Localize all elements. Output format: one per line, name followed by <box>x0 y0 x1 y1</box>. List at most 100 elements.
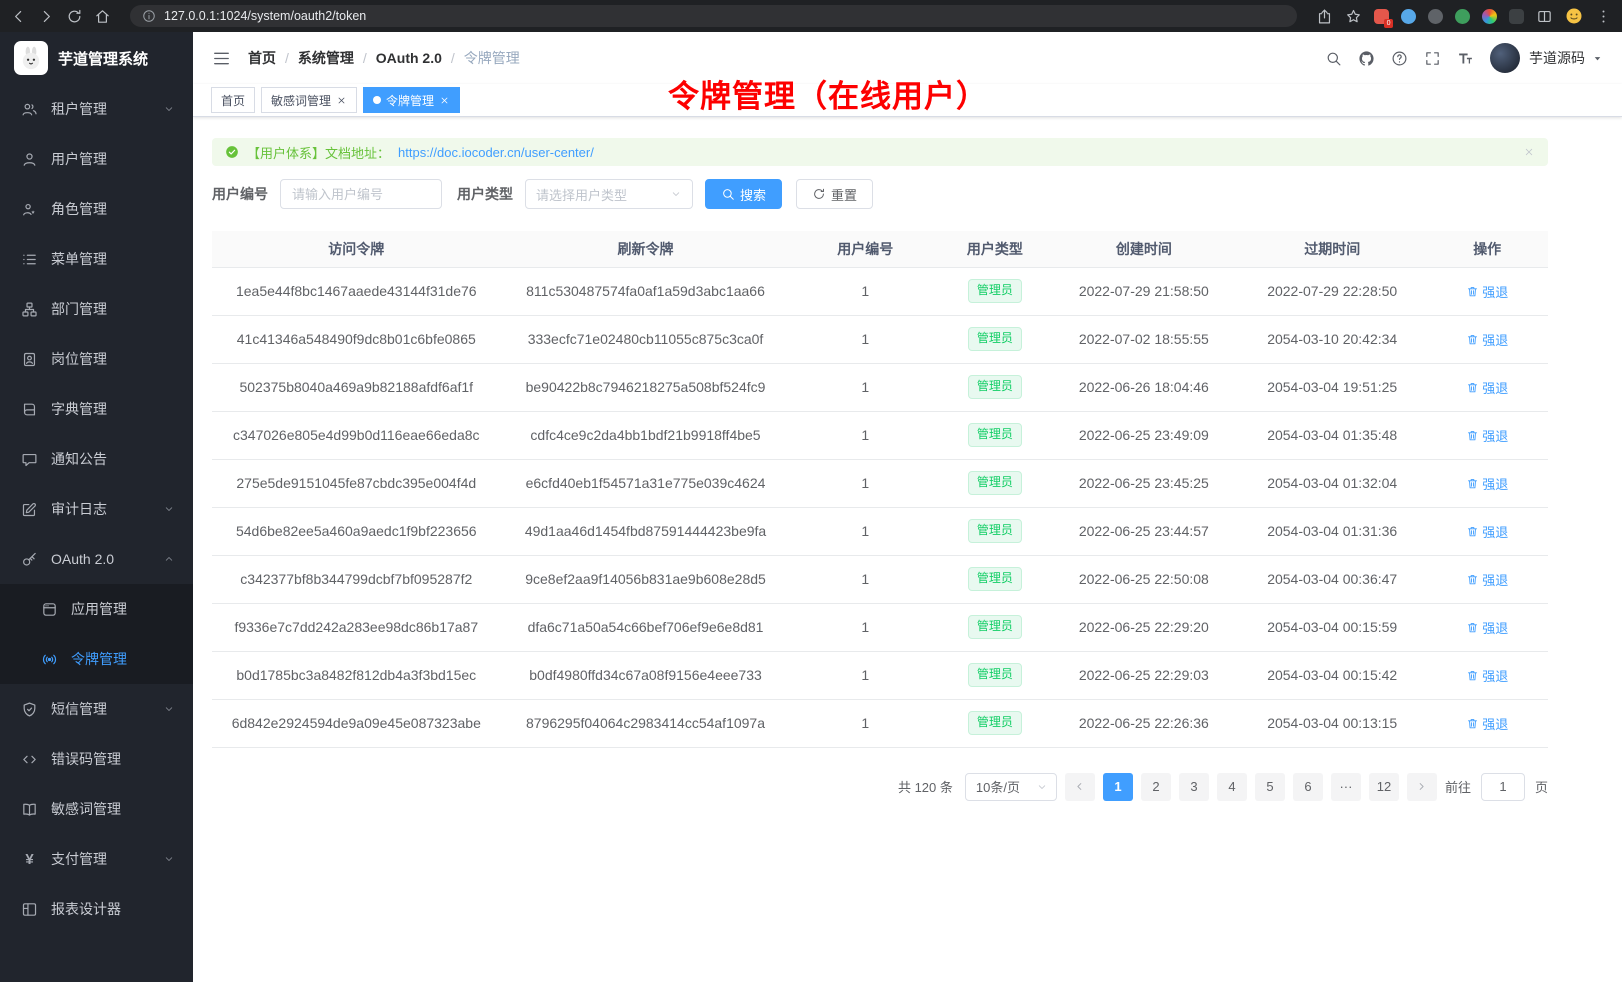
font-size-icon[interactable] <box>1457 50 1474 67</box>
browser-reload-icon[interactable] <box>66 8 83 25</box>
force-logout-button[interactable]: 强退 <box>1466 666 1508 685</box>
force-logout-button[interactable]: 强退 <box>1466 378 1508 397</box>
force-logout-button[interactable]: 强退 <box>1466 522 1508 541</box>
previous-page-button[interactable] <box>1065 773 1095 801</box>
main-panel: 首页/系统管理/OAuth 2.0/令牌管理 芋道源码 首页敏感词管理令牌管理 … <box>193 32 1622 982</box>
github-icon[interactable] <box>1358 50 1375 67</box>
sidebar-item-menu[interactable]: 菜单管理 <box>0 234 193 284</box>
expire-time-cell: 2054-03-04 00:13:15 <box>1238 699 1426 747</box>
page-button-6[interactable]: 6 <box>1293 773 1323 801</box>
select-caret-icon <box>670 188 682 200</box>
sidebar-item-role[interactable]: 角色管理 <box>0 184 193 234</box>
sidebar-item-error-code[interactable]: 错误码管理 <box>0 734 193 784</box>
hamburger-icon[interactable] <box>212 49 231 68</box>
force-logout-button[interactable]: 强退 <box>1466 714 1508 733</box>
page-button-3[interactable]: 3 <box>1179 773 1209 801</box>
create-time-cell: 2022-06-25 22:29:03 <box>1050 651 1238 699</box>
refresh-token-cell: 8796295f04064c2983414cc54af1097a <box>501 699 791 747</box>
breadcrumb-item[interactable]: 系统管理 <box>298 48 354 68</box>
extension-icon-1[interactable]: 0 <box>1374 9 1389 24</box>
sidebar-item-oauth2[interactable]: OAuth 2.0 <box>0 534 193 584</box>
force-logout-button[interactable]: 强退 <box>1466 474 1508 493</box>
sidebar-item-tenant[interactable]: 租户管理 <box>0 84 193 134</box>
sidebar-item-oauth2-app[interactable]: 应用管理 <box>0 584 193 634</box>
user-name[interactable]: 芋道源码 <box>1529 48 1585 68</box>
tab-token[interactable]: 令牌管理 <box>363 87 460 113</box>
page-button-4[interactable]: 4 <box>1217 773 1247 801</box>
browser-forward-icon[interactable] <box>38 8 55 25</box>
page-button-5[interactable]: 5 <box>1255 773 1285 801</box>
browser-menu-dots-icon[interactable] <box>1595 8 1612 25</box>
sidebar-item-sms[interactable]: 短信管理 <box>0 684 193 734</box>
table-row: f9336e7c7dd242a283ee98dc86b17a87dfa6c71a… <box>212 603 1548 651</box>
fullscreen-icon[interactable] <box>1424 50 1441 67</box>
breadcrumb-item[interactable]: 首页 <box>248 48 276 68</box>
tab-close-icon[interactable] <box>439 95 450 106</box>
sidebar-item-dict[interactable]: 字典管理 <box>0 384 193 434</box>
page-button-2[interactable]: 2 <box>1141 773 1171 801</box>
sidebar-item-report-designer[interactable]: 报表设计器 <box>0 884 193 934</box>
browser-profile-avatar[interactable] <box>1565 7 1583 25</box>
extension-icon-6[interactable] <box>1509 9 1524 24</box>
page-ellipsis-button[interactable]: ··· <box>1331 773 1361 801</box>
reset-button[interactable]: 重置 <box>796 179 873 209</box>
tab-sensitive-word[interactable]: 敏感词管理 <box>261 87 357 113</box>
browser-back-icon[interactable] <box>10 8 27 25</box>
sidebar-item-audit-log[interactable]: 审计日志 <box>0 484 193 534</box>
user-menu-caret-icon[interactable] <box>1592 53 1603 64</box>
app-icon <box>41 601 58 618</box>
info-alert: 【用户体系】文档地址： https://doc.iocoder.cn/user-… <box>212 138 1548 166</box>
force-logout-button[interactable]: 强退 <box>1466 570 1508 589</box>
alert-close-icon[interactable] <box>1523 146 1535 158</box>
bookmark-star-icon[interactable] <box>1345 8 1362 25</box>
search-button[interactable]: 搜索 <box>705 179 782 209</box>
sidebar-item-oauth2-token[interactable]: 令牌管理 <box>0 634 193 684</box>
address-bar[interactable]: 127.0.0.1:1024/system/oauth2/token <box>130 5 1297 27</box>
extension-icon-4[interactable] <box>1455 9 1470 24</box>
user-type-cell: 管理员 <box>940 699 1050 747</box>
annotation-overlay: 令牌管理（在线用户） <box>668 71 988 116</box>
page-button-12[interactable]: 12 <box>1369 773 1399 801</box>
sidebar-item-user[interactable]: 用户管理 <box>0 134 193 184</box>
page-size-select[interactable]: 10条/页 <box>965 773 1057 801</box>
search-button-label: 搜索 <box>740 185 766 204</box>
column-header: 用户编号 <box>790 231 940 267</box>
force-logout-button[interactable]: 强退 <box>1466 330 1508 349</box>
tab-home[interactable]: 首页 <box>211 87 255 113</box>
goto-page-input[interactable] <box>1481 773 1525 801</box>
browser-home-icon[interactable] <box>94 8 111 25</box>
tab-close-icon[interactable] <box>336 95 347 106</box>
user-id-cell: 1 <box>790 699 940 747</box>
extension-icon-2[interactable] <box>1401 9 1416 24</box>
sidebar-item-post[interactable]: 岗位管理 <box>0 334 193 384</box>
force-logout-button[interactable]: 强退 <box>1466 426 1508 445</box>
sidebar-item-dept[interactable]: 部门管理 <box>0 284 193 334</box>
user-type-select[interactable]: 请选择用户类型 <box>525 179 693 209</box>
sidebar-item-notice[interactable]: 通知公告 <box>0 434 193 484</box>
extension-icon-5[interactable] <box>1482 9 1497 24</box>
help-icon[interactable] <box>1391 50 1408 67</box>
alert-doc-link[interactable]: https://doc.iocoder.cn/user-center/ <box>398 145 594 160</box>
table-row: 6d842e2924594de9a09e45e087323abe8796295f… <box>212 699 1548 747</box>
breadcrumb-item[interactable]: OAuth 2.0 <box>376 50 442 66</box>
tab-split-icon[interactable] <box>1536 8 1553 25</box>
sidebar-item-pay[interactable]: ¥支付管理 <box>0 834 193 884</box>
user-type-cell: 管理员 <box>940 651 1050 699</box>
share-icon[interactable] <box>1316 8 1333 25</box>
extension-icon-3[interactable] <box>1428 9 1443 24</box>
total-count: 共 120 条 <box>898 777 953 796</box>
message-icon <box>21 451 38 468</box>
site-info-icon[interactable] <box>142 9 156 23</box>
expire-time-cell: 2054-03-04 01:35:48 <box>1238 411 1426 459</box>
force-logout-button[interactable]: 强退 <box>1466 282 1508 301</box>
sidebar-item-sensitive-word[interactable]: 敏感词管理 <box>0 784 193 834</box>
search-icon[interactable] <box>1325 50 1342 67</box>
user-id-cell: 1 <box>790 603 940 651</box>
app-logo[interactable]: 芋道管理系统 <box>0 32 193 84</box>
user-id-input[interactable] <box>280 179 442 209</box>
user-type-badge: 管理员 <box>968 327 1022 351</box>
user-avatar[interactable] <box>1490 43 1520 73</box>
page-button-1[interactable]: 1 <box>1103 773 1133 801</box>
next-page-button[interactable] <box>1407 773 1437 801</box>
force-logout-button[interactable]: 强退 <box>1466 618 1508 637</box>
